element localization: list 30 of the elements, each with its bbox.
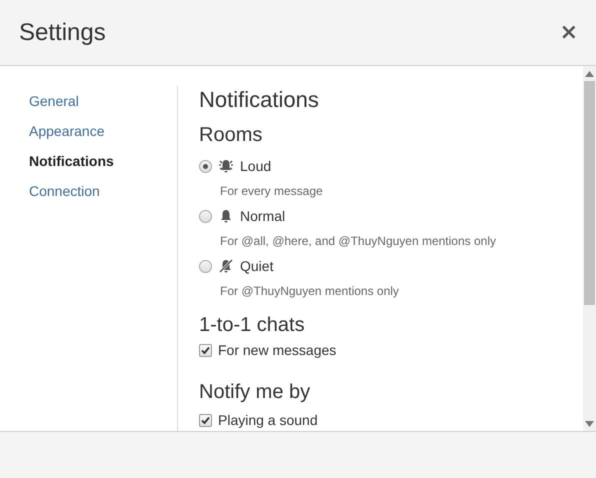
radio-button[interactable]	[199, 210, 212, 222]
option-description: For @ThuyNguyen mentions only	[219, 283, 399, 300]
group-heading: Notify me by	[199, 380, 310, 404]
scroll-up-icon[interactable]	[585, 71, 594, 77]
option-description: For @all, @here, and @ThuyNguyen mentions only	[219, 233, 496, 250]
radio-button[interactable]	[199, 160, 212, 172]
bell-icon	[218, 208, 234, 224]
window-title: Settings	[19, 18, 106, 46]
option-label: Loud	[240, 158, 272, 174]
ringing-bell-icon	[218, 158, 234, 174]
option-label: For new messages	[218, 342, 336, 358]
scroll-down-icon[interactable]	[585, 421, 594, 427]
sidebar-link[interactable]: Notifications	[29, 146, 114, 176]
muted-bell-icon	[218, 258, 234, 274]
option-description: For every message	[219, 183, 323, 200]
group-heading: Rooms	[199, 123, 262, 147]
scrollbar[interactable]	[583, 66, 596, 431]
sidebar-link[interactable]: Connection	[29, 176, 100, 206]
option-label: Playing a sound	[218, 412, 318, 428]
section-title: Notifications	[199, 86, 320, 114]
close-button[interactable]: ×	[560, 20, 578, 45]
sidebar-link[interactable]: General	[29, 86, 79, 116]
group-heading: 1-to-1 chats	[199, 313, 305, 337]
scrollbar-thumb[interactable]	[584, 81, 595, 305]
checkbox[interactable]	[199, 414, 212, 426]
sidebar-link[interactable]: Appearance	[29, 116, 105, 146]
option-label: Normal	[240, 208, 286, 224]
radio-button[interactable]	[199, 260, 212, 272]
option-label: Quiet	[240, 258, 274, 274]
checkbox[interactable]	[199, 344, 212, 356]
